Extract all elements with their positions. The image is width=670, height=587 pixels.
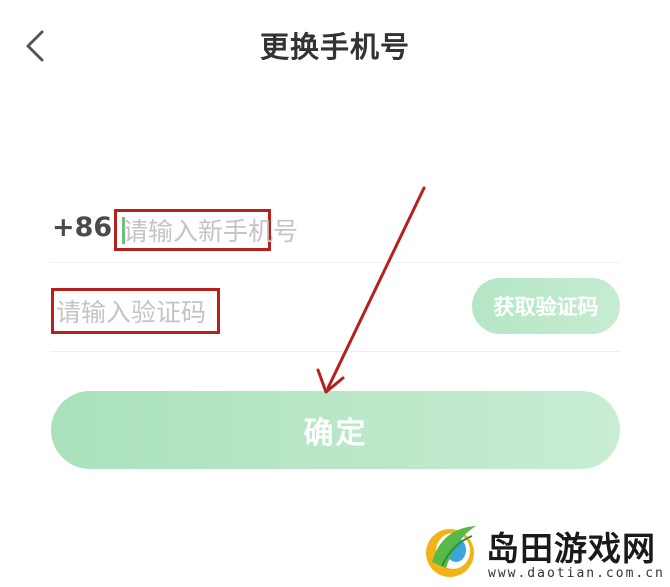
change-phone-screen: 更换手机号 +86 获取验证码 确定 岛田游戏网 www.daotian.com… (0, 0, 670, 587)
new-phone-input[interactable] (123, 216, 333, 246)
verification-code-input[interactable] (56, 297, 216, 327)
watermark-url: www.daotian.com.cn (488, 566, 665, 581)
page-title: 更换手机号 (259, 30, 410, 64)
code-input-highlight (51, 288, 220, 334)
code-row: 获取验证码 (50, 263, 620, 352)
daotian-logo-icon (426, 526, 476, 577)
country-code[interactable]: +86 (52, 212, 112, 243)
get-code-button[interactable]: 获取验证码 (472, 278, 620, 334)
confirm-button[interactable]: 确定 (51, 391, 620, 469)
phone-row: +86 (50, 200, 620, 263)
watermark-title: 岛田游戏网 (486, 529, 656, 568)
phone-input-highlight (114, 209, 333, 251)
watermark: 岛田游戏网 www.daotian.com.cn (418, 520, 668, 584)
